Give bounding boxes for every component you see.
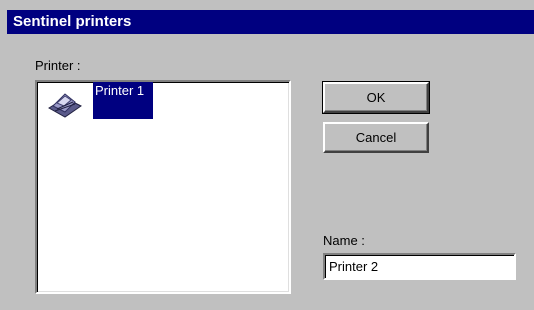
ok-button[interactable]: OK: [322, 81, 430, 114]
printer-icon: [45, 90, 85, 120]
printer-list[interactable]: Printer 1: [35, 80, 291, 294]
cancel-button[interactable]: Cancel: [323, 122, 429, 153]
printer-list-label: Printer :: [35, 58, 81, 73]
printer-item-label[interactable]: Printer 1: [93, 82, 153, 119]
name-field[interactable]: [323, 253, 516, 280]
window-title[interactable]: Sentinel printers: [7, 10, 534, 34]
name-field-label: Name :: [323, 233, 365, 248]
sentinel-printers-dialog: Sentinel printers Printer : Printer 1 OK…: [0, 0, 534, 310]
